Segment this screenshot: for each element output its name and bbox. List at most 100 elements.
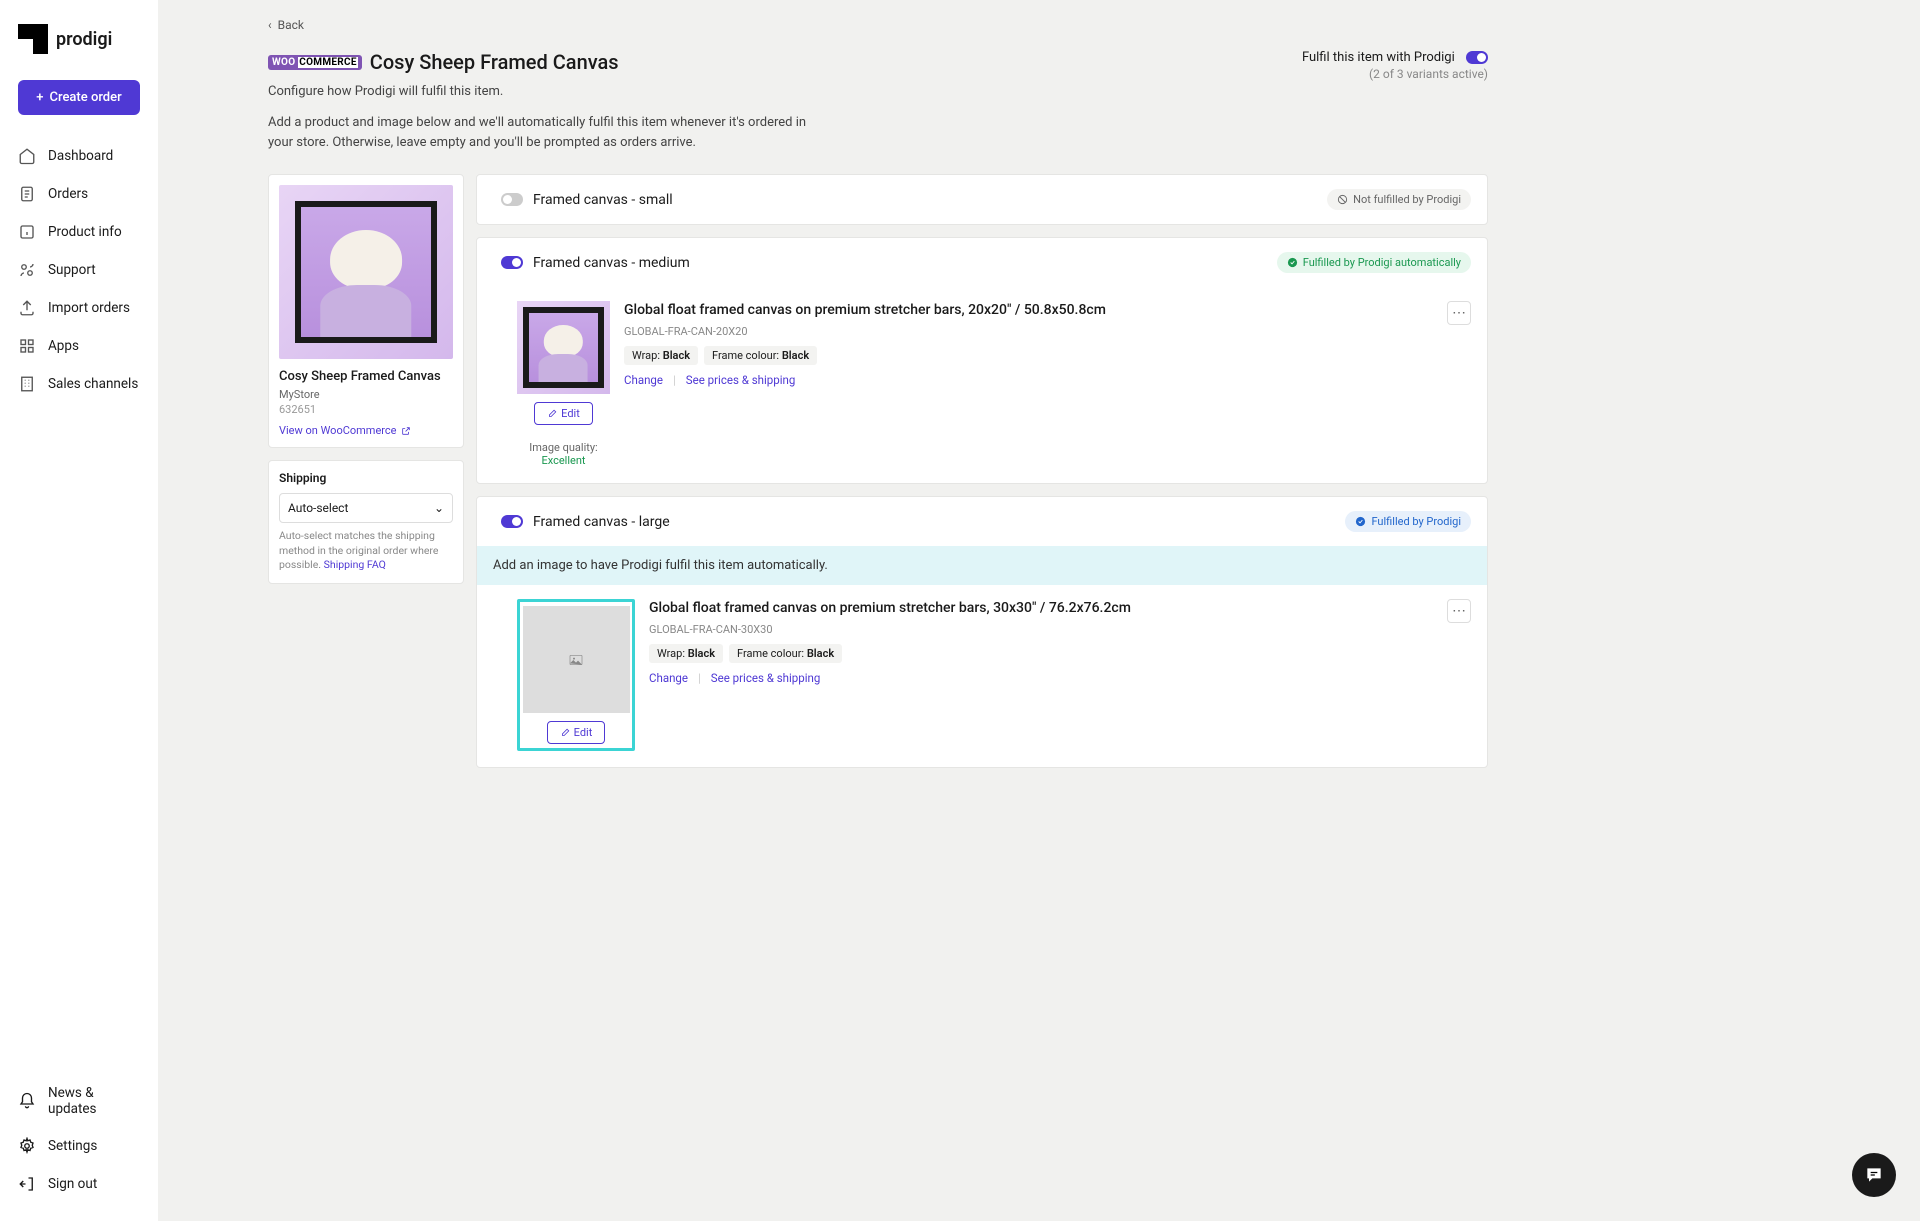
page-subtitle: Configure how Prodigi will fulfil this i… bbox=[268, 84, 828, 99]
separator: | bbox=[698, 671, 701, 685]
nav-dashboard-label: Dashboard bbox=[48, 148, 113, 164]
product-image bbox=[279, 185, 453, 359]
quality-label: Image quality: bbox=[529, 441, 597, 454]
page-title: Cosy Sheep Framed Canvas bbox=[370, 50, 619, 74]
variant-medium-more-button[interactable]: ⋯ bbox=[1447, 301, 1471, 325]
chat-fab[interactable] bbox=[1852, 1153, 1896, 1197]
variant-small-name: Framed canvas - small bbox=[533, 192, 673, 208]
bottom-nav: News & updates Settings Sign out bbox=[0, 1075, 158, 1203]
variant-small-toggle[interactable] bbox=[501, 193, 523, 206]
variant-medium-edit-button[interactable]: Edit bbox=[534, 402, 593, 425]
nav-sales-channels[interactable]: Sales channels bbox=[0, 365, 158, 403]
product-name: Cosy Sheep Framed Canvas bbox=[279, 369, 453, 384]
variant-medium-thumb: Edit Image quality: Excellent bbox=[517, 301, 610, 467]
apps-icon bbox=[18, 337, 36, 355]
change-link[interactable]: Change bbox=[624, 373, 663, 387]
nav-signout[interactable]: Sign out bbox=[0, 1165, 158, 1203]
nav-support-label: Support bbox=[48, 262, 96, 278]
view-on-woocommerce-link[interactable]: View on WooCommerce bbox=[279, 424, 453, 437]
fulfil-toggle-label: Fulfil this item with Prodigi bbox=[1302, 50, 1455, 65]
auto-fulfilled-badge: Fulfilled by Prodigi automatically bbox=[1277, 252, 1471, 273]
prices-link[interactable]: See prices & shipping bbox=[686, 373, 796, 387]
fulfil-toggle-section: Fulfil this item with Prodigi (2 of 3 va… bbox=[1302, 50, 1488, 81]
bell-icon bbox=[18, 1092, 36, 1110]
chevron-down-icon: ⌄ bbox=[434, 501, 444, 515]
main-content: ‹ Back WOO COMMERCE Cosy Sheep Framed Ca… bbox=[158, 0, 1558, 1221]
sidebar: prodigi + Create order Dashboard Orders … bbox=[0, 0, 158, 1221]
shipping-card: Shipping Auto-select ⌄ Auto-select match… bbox=[268, 460, 464, 584]
wrap-label: Wrap: bbox=[657, 647, 688, 660]
edit-label: Edit bbox=[561, 407, 580, 420]
nav-signout-label: Sign out bbox=[48, 1176, 97, 1192]
not-fulfilled-label: Not fulfilled by Prodigi bbox=[1353, 193, 1461, 206]
frame-value: Black bbox=[782, 349, 809, 362]
change-link[interactable]: Change bbox=[649, 671, 688, 685]
back-link[interactable]: ‹ Back bbox=[268, 18, 1488, 32]
more-icon: ⋯ bbox=[1452, 603, 1466, 619]
woocommerce-badge: WOO COMMERCE bbox=[268, 55, 362, 70]
variant-large-sku: GLOBAL-FRA-CAN-30X30 bbox=[649, 623, 1433, 636]
nav-sales-channels-label: Sales channels bbox=[48, 376, 138, 392]
nav-support[interactable]: Support bbox=[0, 251, 158, 289]
frame-tag: Frame colour: Black bbox=[704, 346, 817, 365]
frame-value: Black bbox=[807, 647, 834, 660]
main-nav: Dashboard Orders Product info Support Im… bbox=[0, 137, 158, 1075]
image-quality: Image quality: Excellent bbox=[517, 441, 610, 467]
variant-large-edit-button[interactable]: Edit bbox=[547, 721, 606, 744]
auto-fulfilled-label: Fulfilled by Prodigi automatically bbox=[1303, 256, 1461, 269]
nav-news-label: News & updates bbox=[48, 1085, 140, 1117]
edit-icon bbox=[560, 728, 570, 738]
product-sku: 632651 bbox=[279, 403, 453, 416]
variant-small: Framed canvas - small Not fulfilled by P… bbox=[476, 174, 1488, 225]
support-icon bbox=[18, 261, 36, 279]
brand-text: prodigi bbox=[56, 29, 112, 50]
create-order-button[interactable]: + Create order bbox=[18, 80, 140, 115]
variant-large-more-button[interactable]: ⋯ bbox=[1447, 599, 1471, 623]
fulfilled-label: Fulfilled by Prodigi bbox=[1371, 515, 1461, 528]
quality-value: Excellent bbox=[541, 454, 585, 467]
fulfil-toggle[interactable] bbox=[1466, 51, 1488, 64]
variant-large-toggle[interactable] bbox=[501, 515, 523, 528]
wrap-label: Wrap: bbox=[632, 349, 663, 362]
variant-large-details: Global float framed canvas on premium st… bbox=[649, 599, 1433, 685]
nav-settings[interactable]: Settings bbox=[0, 1127, 158, 1165]
nav-import-orders[interactable]: Import orders bbox=[0, 289, 158, 327]
check-circle-icon bbox=[1355, 516, 1366, 527]
prices-link[interactable]: See prices & shipping bbox=[711, 671, 821, 685]
clipboard-icon bbox=[18, 185, 36, 203]
info-icon bbox=[18, 223, 36, 241]
nav-news[interactable]: News & updates bbox=[0, 1075, 158, 1127]
variant-medium: Framed canvas - medium Fulfilled by Prod… bbox=[476, 237, 1488, 484]
signout-icon bbox=[18, 1175, 36, 1193]
shipping-faq-link[interactable]: Shipping FAQ bbox=[324, 558, 386, 571]
chat-icon bbox=[1864, 1165, 1884, 1185]
variant-medium-toggle[interactable] bbox=[501, 256, 523, 269]
not-fulfilled-badge: Not fulfilled by Prodigi bbox=[1327, 189, 1471, 210]
add-image-banner: Add an image to have Prodigi fulfil this… bbox=[477, 546, 1487, 585]
wrap-value: Black bbox=[688, 647, 715, 660]
fulfilled-badge: Fulfilled by Prodigi bbox=[1345, 511, 1471, 532]
image-icon bbox=[568, 652, 584, 668]
plus-icon: + bbox=[36, 90, 43, 105]
nav-product-info[interactable]: Product info bbox=[0, 213, 158, 251]
variant-large-placeholder[interactable] bbox=[523, 606, 630, 713]
nav-dashboard[interactable]: Dashboard bbox=[0, 137, 158, 175]
shipping-help: Auto-select matches the shipping method … bbox=[279, 529, 453, 573]
fulfil-toggle-sub: (2 of 3 variants active) bbox=[1302, 67, 1488, 81]
nav-orders[interactable]: Orders bbox=[0, 175, 158, 213]
logo[interactable]: prodigi bbox=[0, 18, 158, 74]
edit-icon bbox=[547, 409, 557, 419]
variant-large-title: Global float framed canvas on premium st… bbox=[649, 599, 1433, 619]
frame-label: Frame colour: bbox=[712, 349, 782, 362]
shipping-value: Auto-select bbox=[288, 501, 348, 515]
nav-apps[interactable]: Apps bbox=[0, 327, 158, 365]
variant-medium-image bbox=[517, 301, 610, 394]
nav-product-info-label: Product info bbox=[48, 224, 122, 240]
frame-label: Frame colour: bbox=[737, 647, 807, 660]
wrap-value: Black bbox=[663, 349, 690, 362]
external-link-icon bbox=[401, 426, 411, 436]
shipping-select[interactable]: Auto-select ⌄ bbox=[279, 493, 453, 523]
back-label: Back bbox=[278, 18, 304, 32]
nav-import-orders-label: Import orders bbox=[48, 300, 130, 316]
edit-label: Edit bbox=[574, 726, 593, 739]
